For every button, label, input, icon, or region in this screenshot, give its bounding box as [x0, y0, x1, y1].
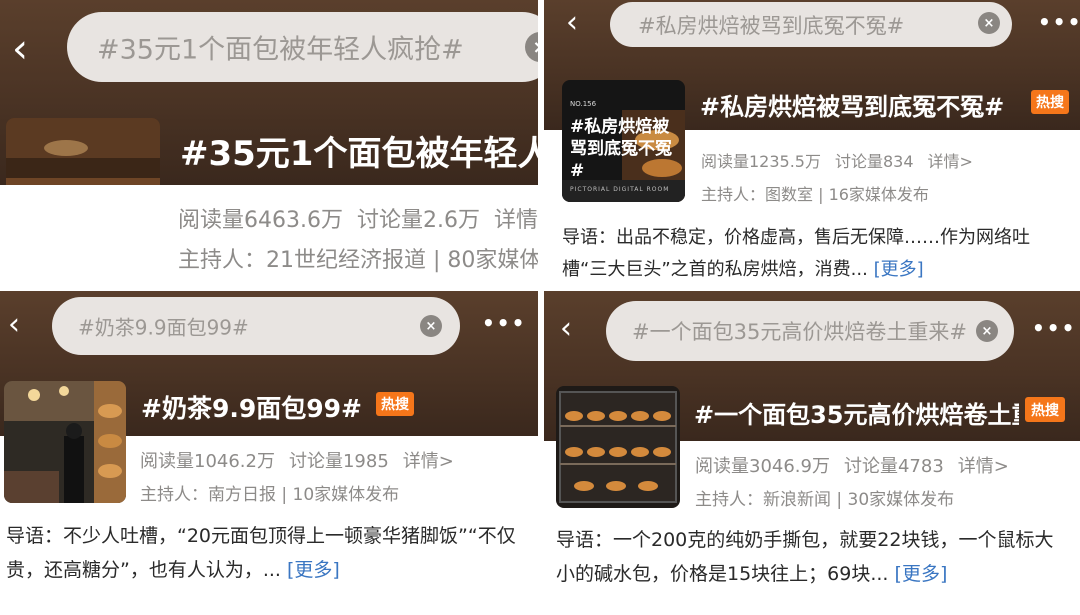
- search-query[interactable]: #私房烘焙被骂到底冤不冤#: [638, 10, 904, 40]
- topic-stats: 阅读量6463.6万讨论量2.6万详情>: [178, 202, 538, 234]
- topic-title[interactable]: #一个面包35元高价烘焙卷土重来#: [694, 395, 1019, 430]
- chevron-left-icon[interactable]: ‹: [560, 311, 572, 346]
- topic-title[interactable]: #私房烘焙被骂到底冤不冤#: [700, 87, 1026, 122]
- topic-guide: 导语：不少人吐槽，“20元面包顶得上一顿豪华猪脚饭”“不仅贵，还高糖分”，也有人…: [6, 519, 534, 587]
- read-count: 阅读量3046.9万: [695, 456, 830, 477]
- details-link[interactable]: 详情>: [928, 152, 973, 171]
- topic-guide: 导语：一个200克的纯奶手撕包，就要22块钱，一个鼠标大小的碱水包，价格是15块…: [556, 523, 1072, 591]
- topic-panel-2: ‹ #私房烘焙被骂到底冤不冤# × ••• NO.156 #私房烘焙被骂到底冤不…: [544, 0, 1080, 285]
- topic-stats: 阅读量1046.2万 讨论量1985 详情>: [140, 447, 468, 473]
- topic-guide: 导语：出品不稳定，价格虚高，售后无保障……作为网络吐槽“三大巨头”之首的私房烘焙…: [562, 222, 1074, 285]
- search-query[interactable]: #一个面包35元高价烘焙卷土重来#: [632, 316, 967, 346]
- search-query[interactable]: #奶茶9.9面包99#: [78, 312, 249, 341]
- more-dots-icon[interactable]: •••: [1032, 316, 1076, 340]
- thumbnail-footer: PICTORIAL DIGITAL ROOM: [570, 186, 670, 193]
- thumbnail-issue-number: NO.156: [570, 100, 597, 108]
- read-count: 阅读量1235.5万: [701, 152, 821, 171]
- details-link[interactable]: 详情>: [958, 456, 1009, 477]
- chevron-left-icon[interactable]: ‹: [8, 307, 20, 342]
- hot-search-badge: 热搜: [1025, 397, 1065, 422]
- more-dots-icon[interactable]: •••: [482, 311, 526, 335]
- more-link[interactable]: [更多]: [287, 559, 340, 581]
- hot-search-badge: 热搜: [1031, 90, 1069, 114]
- search-bar[interactable]: #一个面包35元高价烘焙卷土重来#: [606, 301, 1014, 361]
- thumbnail-caption: #私房烘焙被骂到底冤不冤#: [570, 117, 672, 181]
- bakery-shop-image: [4, 381, 126, 503]
- more-dots-icon[interactable]: •••: [1038, 10, 1080, 34]
- discussion-count: 讨论量2.6万: [356, 208, 480, 233]
- topic-thumbnail[interactable]: NO.156 #私房烘焙被骂到底冤不冤# PICTORIAL DIGITAL R…: [562, 80, 685, 202]
- discussion-count: 讨论量834: [835, 152, 914, 171]
- details-link[interactable]: 详情>: [403, 451, 454, 472]
- topic-panel-4: ‹ #一个面包35元高价烘焙卷土重来# × ••• #一个面包35元高价烘焙卷土…: [544, 291, 1080, 615]
- baking-oven-image: [556, 386, 680, 508]
- clear-circle-icon[interactable]: ×: [420, 315, 442, 337]
- topic-panel-1: ‹ #35元1个面包被年轻人疯抢# × #35元1个面包被年轻人疯抢# 阅读量6…: [0, 0, 538, 285]
- more-link[interactable]: [更多]: [895, 563, 948, 585]
- topic-host: 主持人：21世纪经济报道 | 80家媒体发布: [178, 248, 538, 273]
- discussion-count: 讨论量4783: [843, 456, 944, 477]
- guide-text: 导语：一个200克的纯奶手撕包，就要22块钱，一个鼠标大小的碱水包，价格是15块…: [556, 529, 1054, 585]
- search-bar[interactable]: #奶茶9.9面包99# ×: [52, 297, 460, 355]
- details-link[interactable]: 详情>: [494, 208, 538, 233]
- topic-stats: 阅读量3046.9万 讨论量4783 详情>: [695, 452, 1023, 478]
- read-count: 阅读量1046.2万: [140, 451, 275, 472]
- topic-panel-3: ‹ #奶茶9.9面包99# × ••• #奶茶9.9面包99# 热搜 阅读量10…: [0, 291, 538, 615]
- topic-host: 主持人：新浪新闻 | 30家媒体发布: [695, 490, 955, 510]
- discussion-count: 讨论量1985: [288, 451, 389, 472]
- guide-text: 导语：出品不稳定，价格虚高，售后无保障……作为网络吐槽“三大巨头”之首的私房烘焙…: [562, 227, 1030, 280]
- guide-text: 导语：不少人吐槽，“20元面包顶得上一顿豪华猪脚饭”“不仅贵，还高糖分”，也有人…: [6, 525, 516, 581]
- more-link[interactable]: [更多]: [874, 259, 924, 280]
- search-bar[interactable]: #私房烘焙被骂到底冤不冤#: [610, 2, 1012, 47]
- hot-search-badge: 热搜: [376, 392, 414, 416]
- topic-host: 主持人：图数室 | 16家媒体发布: [701, 185, 929, 204]
- search-bar[interactable]: #35元1个面包被年轻人疯抢# ×: [67, 12, 538, 82]
- topic-thumbnail[interactable]: [4, 381, 126, 503]
- topic-title[interactable]: #35元1个面包被年轻人疯抢#: [180, 126, 538, 175]
- clear-circle-icon[interactable]: ×: [976, 320, 998, 342]
- topic-thumbnail[interactable]: [556, 386, 680, 508]
- clear-circle-icon[interactable]: ×: [978, 12, 1000, 34]
- read-count: 阅读量6463.6万: [178, 208, 343, 233]
- topic-title[interactable]: #奶茶9.9面包99#: [141, 389, 381, 425]
- search-query[interactable]: #35元1个面包被年轻人疯抢#: [97, 28, 464, 67]
- clear-circle-icon[interactable]: ×: [525, 32, 538, 62]
- chevron-left-icon[interactable]: ‹: [12, 26, 28, 72]
- chevron-left-icon[interactable]: ‹: [566, 5, 578, 40]
- topic-stats: 阅读量1235.5万 讨论量834 详情>: [701, 148, 987, 172]
- topic-host: 主持人：南方日报 | 10家媒体发布: [140, 485, 400, 505]
